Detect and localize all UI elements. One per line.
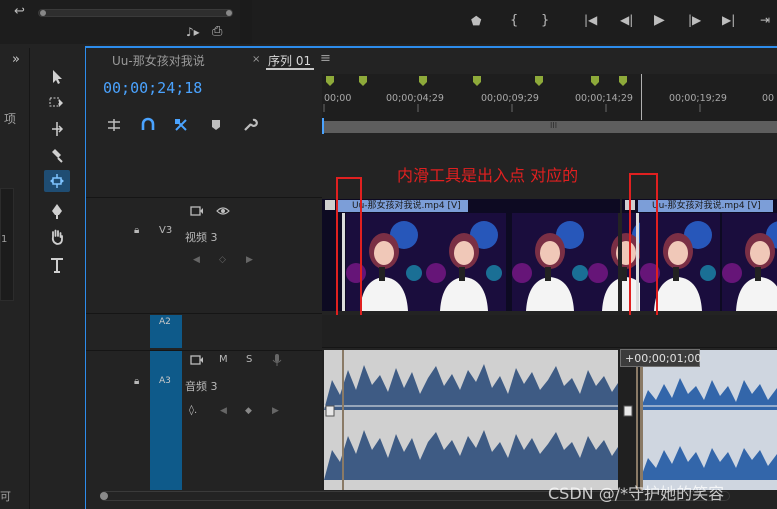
a2-track-lane[interactable] xyxy=(322,315,777,348)
mark-in-icon[interactable]: { xyxy=(510,13,518,28)
play-icon[interactable]: ▶ xyxy=(654,12,665,28)
hand-tool-icon[interactable] xyxy=(44,226,70,248)
a2-track-header: A2 xyxy=(86,315,322,348)
edit-line xyxy=(641,74,642,120)
program-monitor-controls: ⬟ { } |◀ ◀| ▶ |▶ ▶| ⇥ xyxy=(252,0,777,44)
next-keyframe-icon[interactable]: ▶ xyxy=(272,406,279,416)
ripple-edit-tool-icon[interactable] xyxy=(44,118,70,140)
microphone-icon[interactable] xyxy=(272,354,282,366)
sequence-marker[interactable] xyxy=(591,76,599,86)
track-select-tool-icon[interactable] xyxy=(44,92,70,114)
razor-tool-icon[interactable] xyxy=(44,144,70,166)
a3-track-header: 🔒︎ A3 音频 3 M S ◊. ◀ ◆ ▶ xyxy=(86,350,322,491)
watermark: CSDN @/*守护她的笑容 xyxy=(548,484,725,503)
sequence-marker[interactable] xyxy=(419,76,427,86)
ruler-ticks xyxy=(323,104,701,112)
nest-toggle-icon[interactable] xyxy=(106,117,122,133)
mute-button[interactable]: M xyxy=(219,354,228,365)
v3-track-header: 🔒︎ V3 视频 3 ◀ ◇ ▶ xyxy=(86,197,322,314)
prev-keyframe-icon[interactable]: ◀ xyxy=(220,406,227,416)
lock-icon[interactable]: 🔒︎ xyxy=(134,376,139,387)
add-keyframe-icon[interactable]: ◆ xyxy=(245,406,252,416)
clip-thumbnails xyxy=(342,213,777,311)
tab-sequence[interactable]: 序列 01 xyxy=(268,52,311,69)
linked-selection-icon[interactable] xyxy=(173,117,189,133)
highlight-box-2 xyxy=(629,173,658,318)
sequence-marker[interactable] xyxy=(535,76,543,86)
audio-waveform xyxy=(324,350,777,490)
sequence-marker[interactable] xyxy=(359,76,367,86)
type-tool-icon[interactable] xyxy=(44,254,70,276)
a3-track-name: 音频 3 xyxy=(185,380,218,393)
ruler-label: 00;00;19;29 xyxy=(669,93,727,104)
highlight-box-1 xyxy=(336,177,362,324)
ruler-label: 00;00;14;29 xyxy=(575,93,633,104)
slip-tooltip-text: +00;00;01;00 xyxy=(625,352,702,365)
selection-tool-icon[interactable] xyxy=(44,66,70,88)
export-frame-icon[interactable]: ⎙ xyxy=(212,24,222,39)
ruler-label: 00;00 xyxy=(324,93,352,104)
project-panel: 项 1 可 xyxy=(0,48,30,509)
project-truncated-label: 项 xyxy=(4,112,17,126)
slip-tool-icon[interactable] xyxy=(44,170,70,192)
source-monitor-controls: ↩ ♪▸ ⎙ xyxy=(0,0,240,44)
sequence-marker[interactable] xyxy=(619,76,627,86)
playhead[interactable] xyxy=(322,118,324,134)
undo-icon[interactable]: ↩ xyxy=(14,4,25,19)
next-keyframe-icon[interactable]: ▶ xyxy=(246,255,253,265)
prev-keyframe-icon[interactable]: ◀ xyxy=(193,255,200,265)
close-tab-icon[interactable]: × xyxy=(252,54,260,65)
go-to-in-icon[interactable]: |◀ xyxy=(584,13,597,27)
add-keyframe-icon[interactable]: ◇ xyxy=(219,255,226,265)
ruler-label: 00;00;09;29 xyxy=(481,93,539,104)
step-forward-icon[interactable]: |▶ xyxy=(688,13,701,27)
sync-lock-icon[interactable] xyxy=(190,355,204,365)
annotation-text: 内滑工具是出入点 对应的 xyxy=(397,166,579,185)
add-marker-icon-timeline[interactable] xyxy=(209,118,223,132)
snap-icon[interactable] xyxy=(140,117,156,133)
scroll-handle-right[interactable] xyxy=(226,10,232,16)
v3-track-name: 视频 3 xyxy=(185,231,218,244)
scroll-handle-left[interactable] xyxy=(100,492,108,500)
timecode-display[interactable]: 00;00;24;18 xyxy=(103,79,202,97)
sequence-marker[interactable] xyxy=(473,76,481,86)
add-marker-icon[interactable]: ⬟ xyxy=(471,14,481,28)
scroll-handle-left[interactable] xyxy=(40,10,46,16)
project-truncated-num: 1 xyxy=(1,234,8,245)
slip-tooltip: +00;00;01;00 xyxy=(620,349,702,367)
tab-menu-icon[interactable]: ≡ xyxy=(320,51,331,66)
panel-menu-icon[interactable]: » xyxy=(12,52,20,67)
lock-icon[interactable]: 🔒︎ xyxy=(134,225,139,236)
a3-track-id[interactable]: A3 xyxy=(159,376,171,386)
go-to-out-icon[interactable]: ▶| xyxy=(722,13,735,27)
settings-wrench-icon[interactable] xyxy=(242,117,258,133)
step-back-icon[interactable]: ◀| xyxy=(620,13,633,27)
work-area-grip[interactable]: III xyxy=(550,121,557,130)
ruler-label: 00;00;04;29 xyxy=(386,93,444,104)
active-tab-underline xyxy=(266,68,314,70)
a2-track-id[interactable]: A2 xyxy=(159,317,171,327)
v3-track-id[interactable]: V3 xyxy=(159,225,172,236)
sync-lock-icon[interactable] xyxy=(190,206,204,216)
clip2-label: Uu-那女孩对我说.mp4 [V] xyxy=(638,200,773,212)
eye-icon[interactable] xyxy=(216,206,230,216)
ruler-label: 00 xyxy=(762,93,775,104)
solo-button[interactable]: S xyxy=(246,354,252,365)
insert-audio-icon[interactable]: ♪▸ xyxy=(186,25,200,39)
insert-icon[interactable]: ⇥ xyxy=(760,13,770,27)
project-bottom-glyph: 可 xyxy=(0,490,11,503)
volume-keyframe-icon[interactable]: ◊. xyxy=(189,405,197,416)
sequence-marker[interactable] xyxy=(326,76,334,86)
pen-tool-icon[interactable] xyxy=(44,200,70,222)
source-scrollbar[interactable] xyxy=(38,9,233,17)
fx-badge xyxy=(325,200,335,210)
a3-target[interactable] xyxy=(150,351,182,491)
tab-source[interactable]: Uu-那女孩对我说 xyxy=(112,52,205,69)
mark-out-icon[interactable]: } xyxy=(541,13,549,28)
